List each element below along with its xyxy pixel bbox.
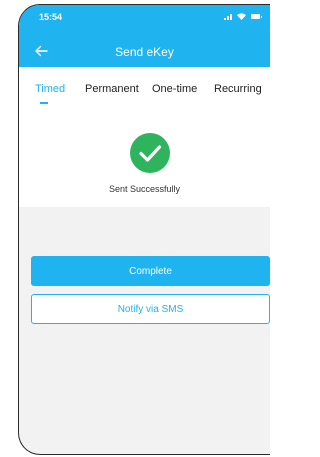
success-message: Sent Successfully (108, 184, 181, 194)
wifi-icon (237, 13, 246, 20)
tab-timed[interactable]: Timed (35, 83, 65, 95)
notify-sms-button[interactable]: Notify via SMS (31, 294, 270, 324)
tab-one-time[interactable]: One-time (152, 83, 197, 95)
success-panel: Sent Successfully (19, 111, 270, 207)
complete-button[interactable]: Complete (31, 256, 270, 286)
ekey-type-tabs: Timed Permanent One-time Recurring (19, 67, 270, 111)
check-circle-icon (130, 133, 170, 173)
tab-recurring[interactable]: Recurring (214, 83, 262, 95)
page-title: Send eKey (115, 45, 174, 59)
active-tab-indicator (40, 102, 48, 104)
battery-icon (251, 14, 262, 19)
signal-icon (224, 13, 232, 20)
phone-frame: 15:54 Send eKey Timed Permanent One-time… (18, 4, 270, 455)
app-header: 15:54 Send eKey (19, 5, 270, 67)
tab-permanent[interactable]: Permanent (85, 83, 139, 95)
status-icons (224, 13, 262, 20)
status-bar: 15:54 (19, 5, 270, 31)
status-time: 15:54 (39, 12, 63, 22)
